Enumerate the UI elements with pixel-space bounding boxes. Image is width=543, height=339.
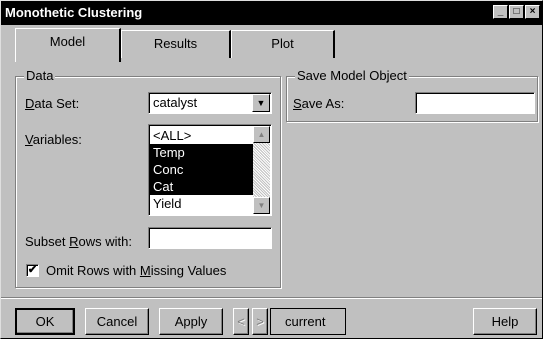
data-group: Data Data Set: catalyst ▼ Variables: <AL… xyxy=(15,68,281,288)
chevron-down-icon[interactable]: ▼ xyxy=(252,94,270,112)
current-button[interactable]: current xyxy=(270,308,346,335)
close-icon[interactable]: × xyxy=(525,5,540,19)
list-item[interactable]: Cat xyxy=(150,178,253,195)
dataset-label: Data Set: xyxy=(25,96,80,111)
dialog-window: Monothetic Clustering _ □ × Model Result… xyxy=(0,0,543,339)
maximize-icon[interactable]: □ xyxy=(509,5,524,19)
omit-missing-checkbox[interactable]: ✔ xyxy=(26,264,39,277)
save-model-group: Save Model Object Save As: xyxy=(286,68,538,122)
save-as-label: Save As: xyxy=(293,96,345,111)
tab-results-label: Results xyxy=(153,36,198,51)
scroll-up-icon[interactable]: ▲ xyxy=(253,126,270,143)
next-button[interactable]: > xyxy=(252,308,268,335)
tab-model-label: Model xyxy=(49,34,86,49)
data-group-title: Data xyxy=(24,68,56,83)
list-item[interactable]: <ALL> xyxy=(150,127,253,144)
save-as-input[interactable] xyxy=(415,92,535,114)
ok-button[interactable]: OK xyxy=(15,308,75,335)
subset-label: Subset Rows with: xyxy=(25,234,132,249)
variables-listbox[interactable]: <ALL> Temp Conc Cat Yield ▲ ▼ xyxy=(148,124,272,216)
subset-input[interactable] xyxy=(148,227,272,249)
tab-plot-label: Plot xyxy=(271,36,294,51)
variables-scrollbar[interactable]: ▲ ▼ xyxy=(253,126,270,214)
cancel-button[interactable]: Cancel xyxy=(85,308,149,335)
minimize-icon[interactable]: _ xyxy=(493,5,508,19)
list-item[interactable]: Temp xyxy=(150,144,253,161)
title-bar: Monothetic Clustering _ □ × xyxy=(1,1,542,25)
tab-results[interactable]: Results xyxy=(121,30,231,58)
list-item[interactable]: Yield xyxy=(150,195,253,212)
save-group-title: Save Model Object xyxy=(295,68,409,83)
dataset-select[interactable]: catalyst ▼ xyxy=(148,92,272,114)
tab-strip: Model Results Plot xyxy=(1,25,542,67)
list-item[interactable]: Conc xyxy=(150,161,253,178)
dataset-value: catalyst xyxy=(153,95,198,110)
help-button[interactable]: Help xyxy=(473,308,537,335)
omit-missing-label: Omit Rows with Missing Values xyxy=(46,263,227,278)
window-title: Monothetic Clustering xyxy=(5,5,143,20)
apply-button[interactable]: Apply xyxy=(159,308,223,335)
variables-label: Variables: xyxy=(25,132,82,147)
prev-button[interactable]: < xyxy=(233,308,249,335)
tab-model[interactable]: Model xyxy=(15,28,121,62)
button-bar-divider xyxy=(1,297,542,299)
scroll-down-icon[interactable]: ▼ xyxy=(253,197,270,214)
tab-plot[interactable]: Plot xyxy=(231,30,335,58)
